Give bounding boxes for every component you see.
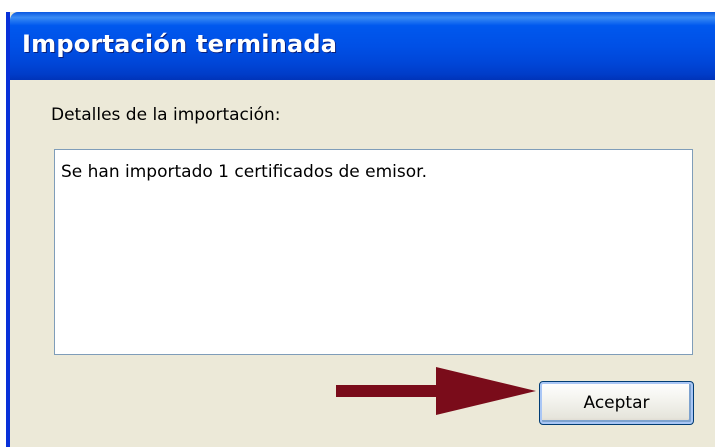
details-label: Detalles de la importación: — [51, 105, 281, 125]
accept-button[interactable]: Aceptar — [539, 381, 694, 425]
arrow-right-icon — [336, 367, 536, 415]
title-bar[interactable]: Importación terminada — [10, 12, 715, 80]
import-details-text: Se han importado 1 certificados de emiso… — [61, 162, 427, 182]
import-details-textbox[interactable]: Se han importado 1 certificados de emiso… — [54, 149, 693, 355]
dialog-title: Importación terminada — [22, 30, 338, 58]
